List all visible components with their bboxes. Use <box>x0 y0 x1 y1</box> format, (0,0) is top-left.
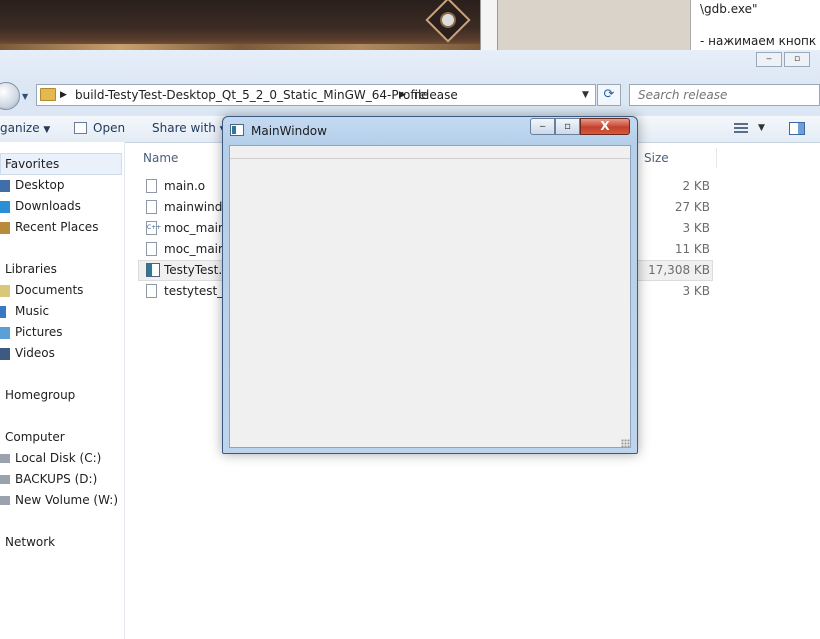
share-with-button[interactable]: Share with ▼ <box>152 121 227 135</box>
drive-icon <box>0 496 10 505</box>
open-button[interactable]: Open <box>93 121 125 135</box>
background-text-line: \gdb.exe" <box>700 2 758 16</box>
sidebar-header-computer[interactable]: Computer <box>5 430 65 444</box>
file-size: 3 KB <box>682 284 710 298</box>
recent-places-icon <box>0 222 10 234</box>
exe-icon <box>146 263 160 277</box>
cpp-file-icon: C++ <box>146 221 161 235</box>
sidebar-item-videos[interactable]: Videos <box>15 346 55 360</box>
file-icon <box>146 242 157 256</box>
sidebar-header-favorites[interactable]: Favorites <box>5 157 59 171</box>
file-icon <box>146 284 157 298</box>
close-button[interactable]: X <box>580 118 630 135</box>
sidebar-item-music[interactable]: Music <box>15 304 49 318</box>
app-icon[interactable] <box>230 124 244 136</box>
address-dropdown-icon[interactable]: ▼ <box>582 90 589 100</box>
videos-icon <box>0 348 10 360</box>
file-size: 3 KB <box>682 221 710 235</box>
sidebar-item-recent-places[interactable]: Recent Places <box>15 220 98 234</box>
share-with-label: Share with <box>152 121 216 135</box>
column-header-name[interactable]: Name <box>143 151 178 165</box>
file-size: 2 KB <box>682 179 710 193</box>
pictures-icon <box>0 327 10 339</box>
game-banner-image <box>0 0 480 50</box>
file-name[interactable]: TestyTest.e <box>164 263 230 277</box>
breadcrumb-arrow-icon[interactable]: ▶ <box>399 90 406 100</box>
background-text-line: - нажимаем кнопк <box>700 34 817 48</box>
preview-pane-icon[interactable] <box>789 122 805 135</box>
file-size: 17,308 KB <box>648 263 710 277</box>
sidebar-item-documents[interactable]: Documents <box>15 283 83 297</box>
downloads-icon <box>0 201 10 213</box>
sidebar-item-network[interactable]: Network <box>5 535 55 549</box>
breadcrumb-item[interactable]: release <box>414 88 458 102</box>
column-header-size[interactable]: Size <box>644 151 669 165</box>
sidebar-item-drive-w[interactable]: New Volume (W:) <box>15 493 118 507</box>
open-icon <box>74 122 87 134</box>
background-scrollbar <box>480 0 498 50</box>
organize-label: ganize <box>0 121 40 135</box>
maximize-button[interactable]: ▫ <box>555 118 580 135</box>
chevron-down-icon[interactable]: ▼ <box>758 123 765 133</box>
chevron-down-icon: ▼ <box>43 125 51 135</box>
background-panel <box>498 0 690 50</box>
folder-icon <box>40 88 56 101</box>
column-divider[interactable] <box>716 148 717 168</box>
file-icon <box>146 200 157 214</box>
maximize-icon[interactable]: ▫ <box>784 52 810 67</box>
search-input[interactable] <box>638 88 808 102</box>
sidebar-item-downloads[interactable]: Downloads <box>15 199 81 213</box>
file-size: 11 KB <box>674 242 710 256</box>
minimize-button[interactable]: ‒ <box>530 118 555 135</box>
menu-bar[interactable] <box>230 146 630 159</box>
file-name[interactable]: mainwindo <box>164 200 230 214</box>
sidebar-item-drive-d[interactable]: BACKUPS (D:) <box>15 472 97 486</box>
organize-button[interactable]: ganize ▼ <box>0 121 50 135</box>
sidebar-item-desktop[interactable]: Desktop <box>15 178 65 192</box>
refresh-button[interactable]: ⟳ <box>597 84 621 106</box>
file-icon <box>146 179 157 193</box>
recent-pages-dropdown-icon[interactable]: ▼ <box>22 92 28 101</box>
breadcrumb-item[interactable]: build-TestyTest-Desktop_Qt_5_2_0_Static_… <box>75 88 429 102</box>
desktop-icon <box>0 180 10 192</box>
file-name[interactable]: main.o <box>164 179 205 193</box>
window-client-area <box>229 145 631 448</box>
sidebar-item-pictures[interactable]: Pictures <box>15 325 63 339</box>
file-size: 27 KB <box>674 200 710 214</box>
drive-icon <box>0 454 10 463</box>
sidebar-header-libraries[interactable]: Libraries <box>5 262 57 276</box>
view-options-icon[interactable] <box>734 123 748 134</box>
search-box[interactable] <box>629 84 820 106</box>
resize-grip-icon[interactable] <box>621 439 630 447</box>
sidebar-item-drive-c[interactable]: Local Disk (C:) <box>15 451 101 465</box>
breadcrumb-arrow-icon[interactable]: ▶ <box>60 90 67 100</box>
sidebar-item-homegroup[interactable]: Homegroup <box>5 388 75 402</box>
game-emblem-gem-icon <box>440 12 456 28</box>
music-icon <box>0 306 6 318</box>
window-title: MainWindow <box>251 124 327 138</box>
documents-icon <box>0 285 10 297</box>
explorer-window-controls: ‒ ▫ <box>756 52 820 67</box>
drive-icon <box>0 475 10 484</box>
minimize-icon[interactable]: ‒ <box>756 52 782 67</box>
